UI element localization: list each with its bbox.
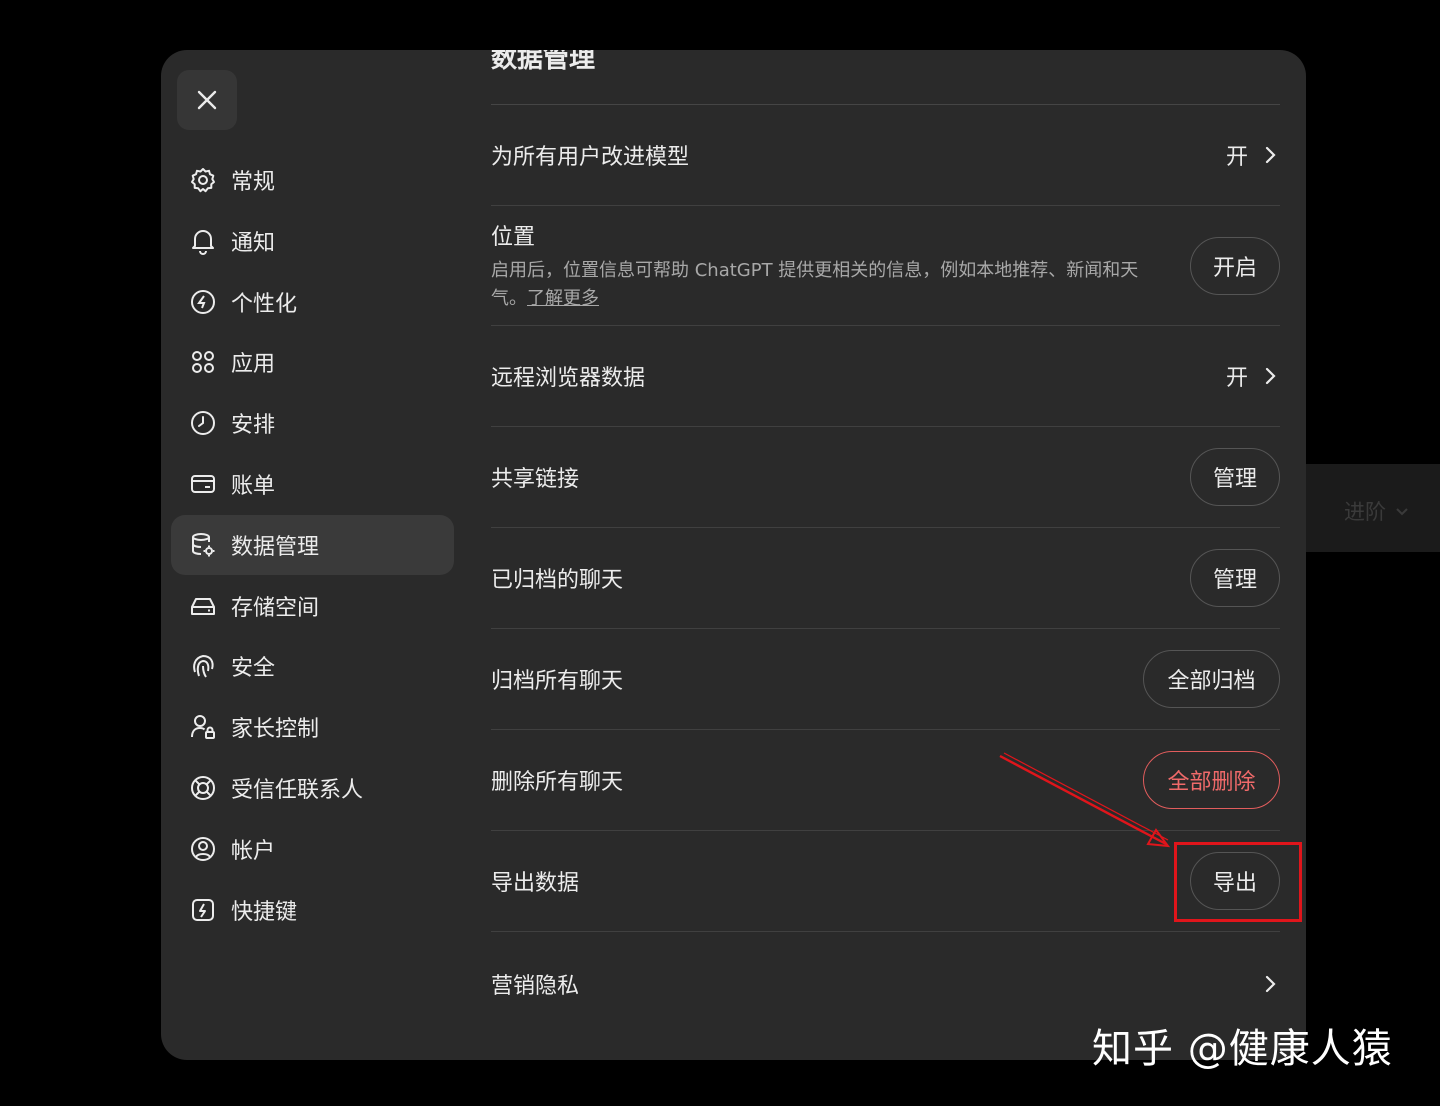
fingerprint-icon <box>193 655 214 678</box>
annotation-highlight-box <box>1174 842 1302 922</box>
bell-icon <box>192 229 214 255</box>
sidebar-item-storage[interactable]: 存储空间 <box>171 576 454 636</box>
setting-row-location: 位置 启用后，位置信息可帮助 ChatGPT 提供更相关的信息，例如本地推荐、新… <box>491 206 1280 326</box>
sidebar-item-data-controls[interactable]: 数据管理 <box>171 514 454 575</box>
lifebuoy-icon <box>191 775 215 800</box>
setting-label: 为所有用户改进模型 <box>491 145 690 170</box>
sidebar-item-shortcuts[interactable]: 快捷键 <box>171 880 454 940</box>
sidebar-item-personalization[interactable]: 个性化 <box>171 272 454 332</box>
setting-label: 导出数据 <box>491 871 580 896</box>
clock-icon <box>191 411 215 436</box>
chevron-right-icon <box>1265 367 1276 385</box>
archive-all-button[interactable]: 全部归档 <box>1143 650 1280 708</box>
setting-label: 已归档的聊天 <box>491 568 624 593</box>
sidebar-item-label: 帐户 <box>231 838 276 864</box>
sidebar-item-label: 通知 <box>231 230 276 256</box>
settings-dialog: 常规 通知 个性化 应用 安排 账单 数据管理 存储空间 安全 家长控制 受信任… <box>161 50 1306 1060</box>
learn-more-link[interactable]: 了解更多 <box>527 288 599 309</box>
sidebar-item-label: 受信任联系人 <box>231 777 364 803</box>
setting-label: 删除所有聊天 <box>491 770 624 795</box>
storage-icon <box>191 597 215 615</box>
setting-row-archive-all: 归档所有聊天 全部归档 <box>491 629 1280 730</box>
sidebar-item-account[interactable]: 帐户 <box>171 819 454 879</box>
sidebar-item-general[interactable]: 常规 <box>171 150 454 210</box>
card-icon <box>191 474 215 493</box>
sidebar-item-label: 账单 <box>231 473 276 499</box>
setting-row-improve-model[interactable]: 为所有用户改进模型 开 <box>491 105 1280 206</box>
setting-row-remote-browser[interactable]: 远程浏览器数据 开 <box>491 326 1280 427</box>
sidebar-item-label: 存储空间 <box>231 595 320 621</box>
chevron-down-icon <box>1396 508 1408 516</box>
annotation-arrow <box>999 752 1171 848</box>
setting-row-archived-chats: 已归档的聊天 管理 <box>491 528 1280 629</box>
background-panel-label: 进阶 <box>1344 496 1410 526</box>
manage-shared-links-button[interactable]: 管理 <box>1190 448 1280 506</box>
setting-row-shared-links: 共享链接 管理 <box>491 427 1280 528</box>
gear-icon <box>191 168 215 193</box>
page-title: 数据管理 <box>491 50 596 74</box>
settings-sidebar: 常规 通知 个性化 应用 安排 账单 数据管理 存储空间 安全 家长控制 受信任… <box>171 150 454 940</box>
setting-description: 启用后，位置信息可帮助 ChatGPT 提供更相关的信息，例如本地推荐、新闻和天… <box>491 259 1139 309</box>
chevron-right-icon <box>1265 975 1276 992</box>
enable-location-button[interactable]: 开启 <box>1190 236 1280 295</box>
setting-label: 共享链接 <box>491 467 580 492</box>
sidebar-item-trusted-contacts[interactable]: 受信任联系人 <box>171 758 454 818</box>
sidebar-item-apps[interactable]: 应用 <box>171 332 454 392</box>
setting-label: 位置 <box>491 224 536 250</box>
sidebar-item-schedules[interactable]: 安排 <box>171 393 454 453</box>
setting-label: 营销隐私 <box>491 973 580 999</box>
setting-label: 归档所有聊天 <box>491 669 624 694</box>
setting-value: 开 <box>1225 366 1248 391</box>
sidebar-item-label: 安排 <box>231 413 276 439</box>
sidebar-item-billing[interactable]: 账单 <box>171 454 454 514</box>
personalize-icon <box>191 289 215 314</box>
sidebar-item-security[interactable]: 安全 <box>171 636 454 696</box>
manage-archived-chats-button[interactable]: 管理 <box>1190 549 1280 607</box>
close-icon <box>197 90 217 110</box>
sidebar-item-label: 常规 <box>231 170 276 195</box>
chevron-right-icon <box>1265 146 1276 164</box>
sidebar-item-label: 安全 <box>231 656 276 682</box>
apps-grid-icon <box>192 351 214 374</box>
sidebar-item-notifications[interactable]: 通知 <box>171 211 454 271</box>
sidebar-item-parental-controls[interactable]: 家长控制 <box>171 697 454 757</box>
setting-value: 开 <box>1225 145 1248 170</box>
sidebar-item-label: 应用 <box>231 352 276 378</box>
shortcut-icon <box>192 898 214 921</box>
sidebar-item-label: 数据管理 <box>231 534 320 560</box>
watermark: 知乎 @健康人猿 <box>1092 1026 1393 1072</box>
close-button[interactable] <box>177 70 237 130</box>
setting-label: 远程浏览器数据 <box>491 366 646 391</box>
database-gear-icon <box>192 532 215 557</box>
parental-icon <box>191 715 215 740</box>
sidebar-item-label: 个性化 <box>231 291 298 317</box>
sidebar-item-label: 家长控制 <box>231 717 320 743</box>
account-icon <box>191 836 215 861</box>
sidebar-item-label: 快捷键 <box>231 899 298 925</box>
